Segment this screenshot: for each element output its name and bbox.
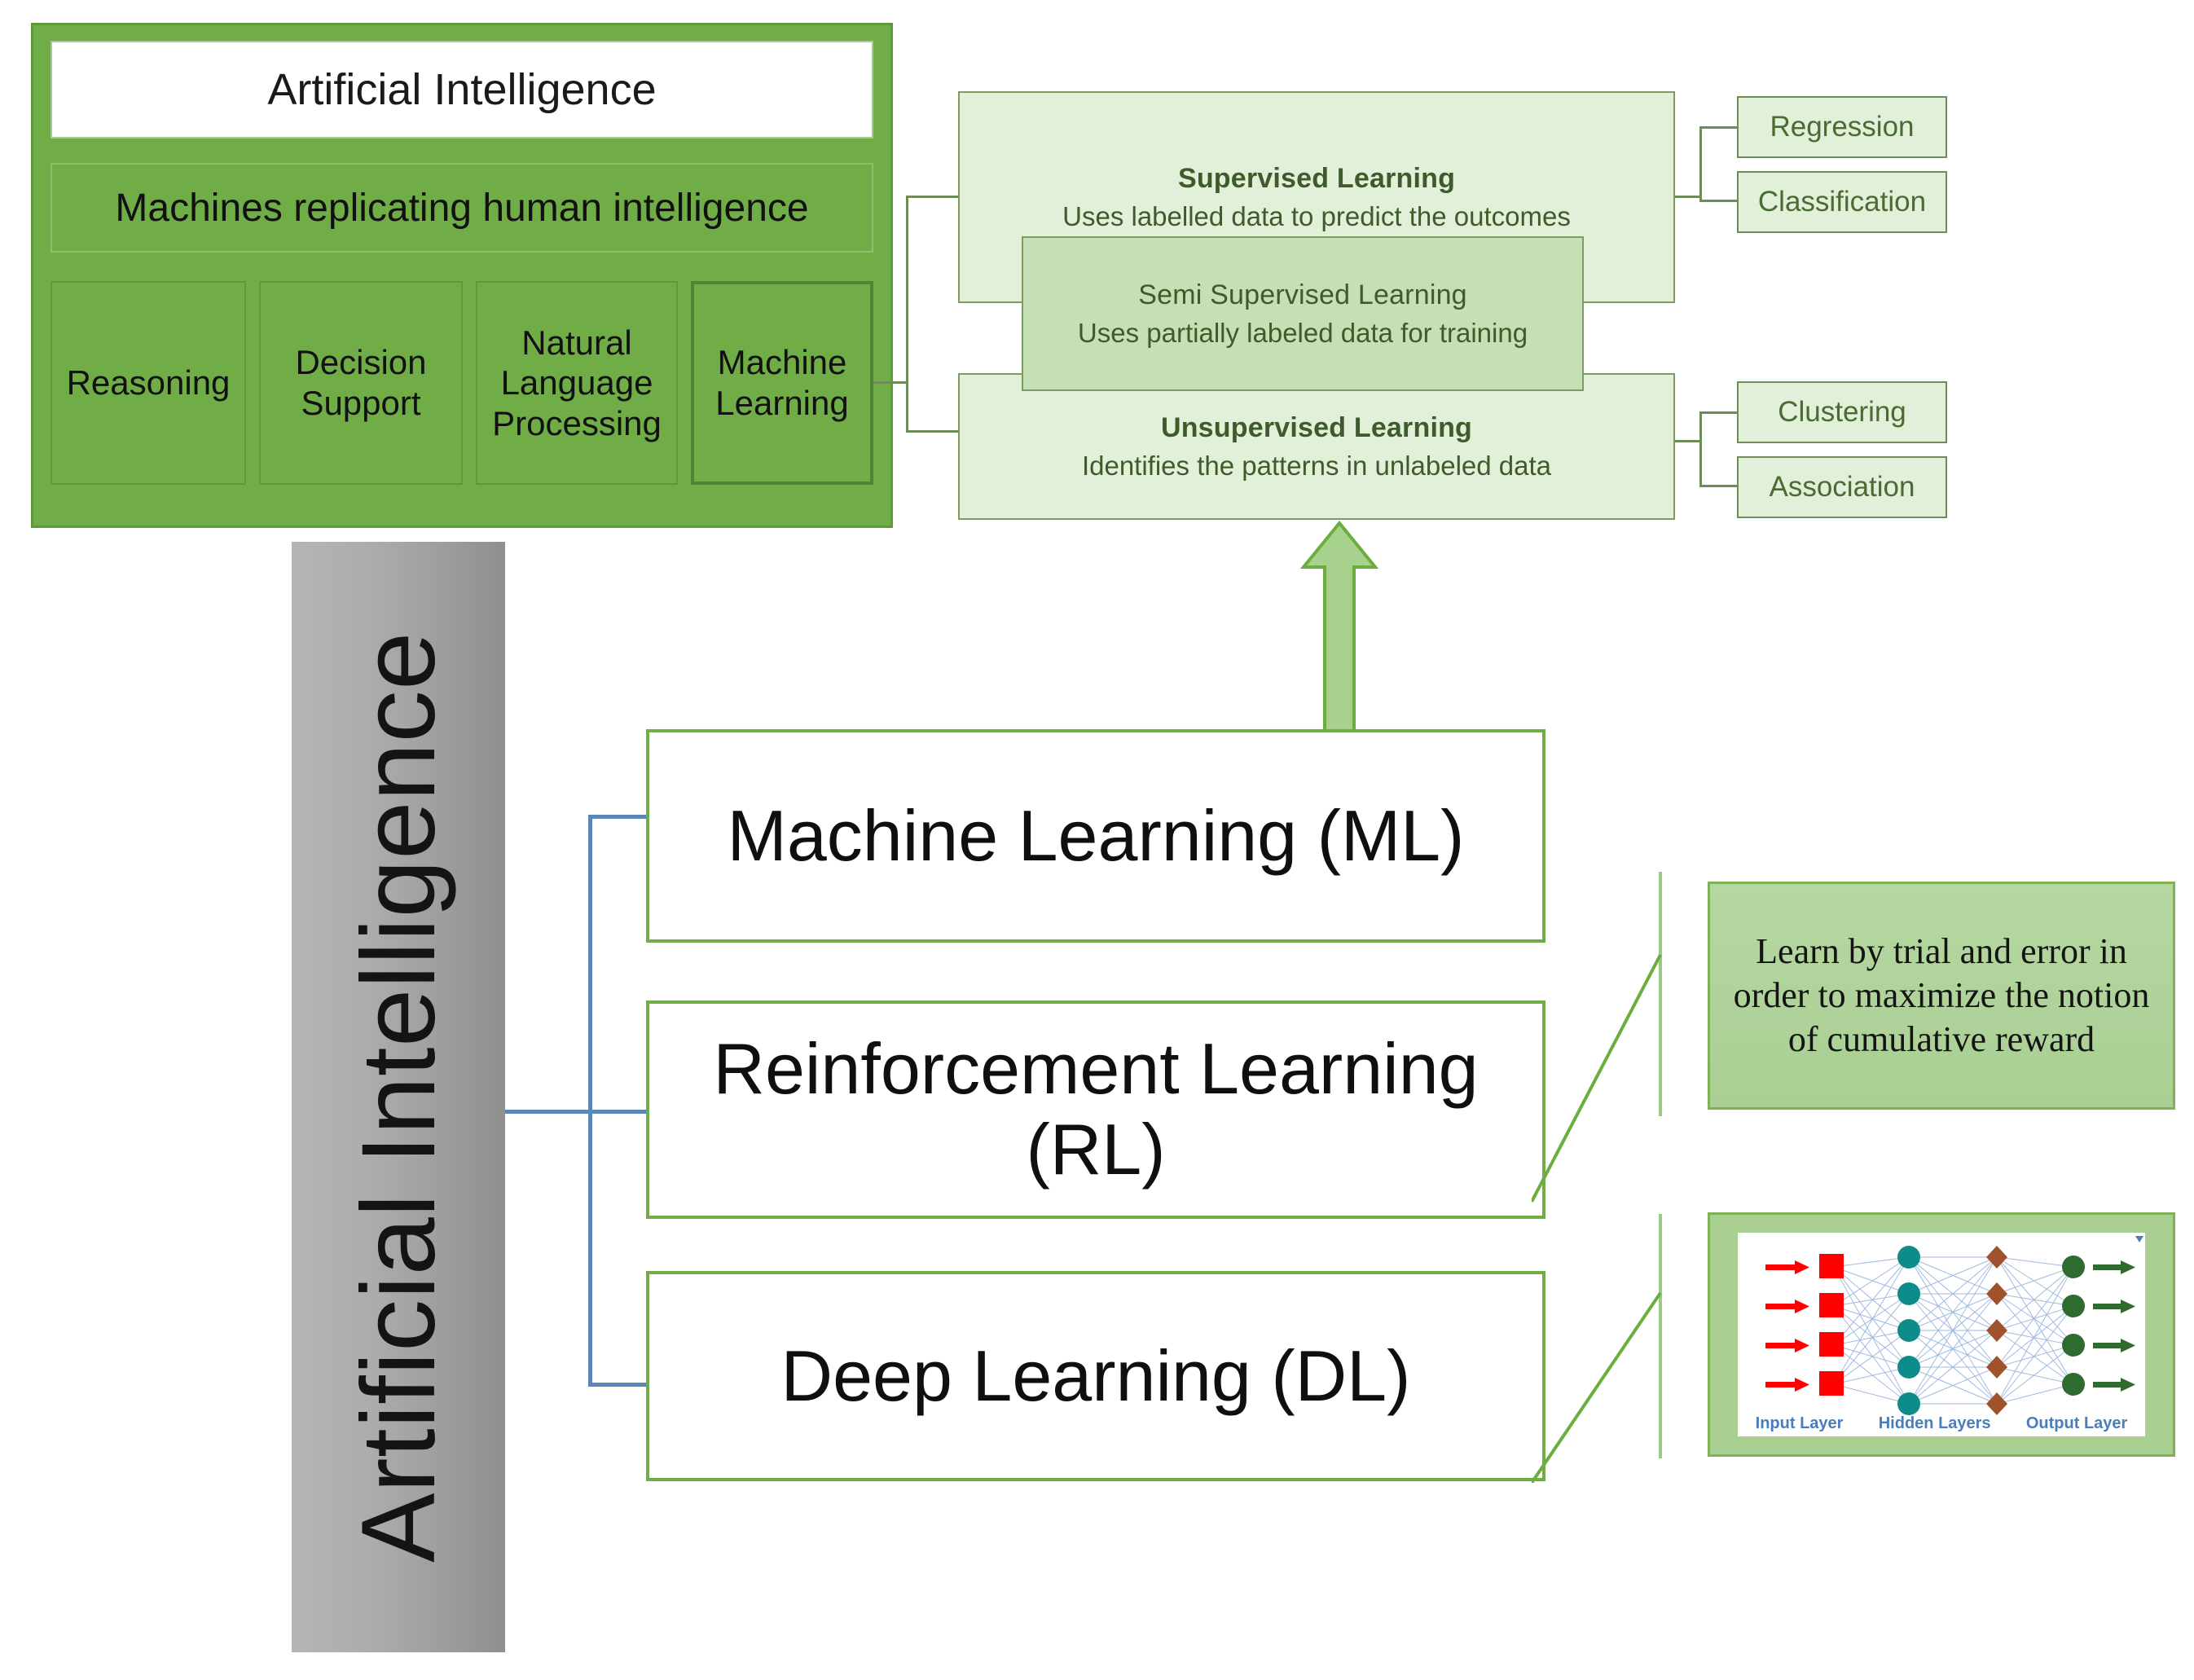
leaf-regression[interactable]: Regression bbox=[1737, 96, 1947, 158]
connector-trunk-to-dl bbox=[588, 1383, 649, 1387]
ai-pillar-machine-learning[interactable]: Machine Learning bbox=[691, 281, 873, 485]
callout-leader-lines bbox=[1532, 954, 1662, 1483]
connector-to-regression bbox=[1699, 126, 1737, 129]
leaf-association[interactable]: Association bbox=[1737, 456, 1947, 518]
callout-rl-text: Learn by trial and error in order to max… bbox=[1733, 931, 2150, 1059]
up-arrow-icon bbox=[1299, 520, 1379, 741]
connector-to-classification bbox=[1699, 200, 1737, 202]
hidden-layers-label: Hidden Layers bbox=[1878, 1414, 1991, 1432]
ai-pillar-label: Natural Language Processing bbox=[492, 323, 662, 442]
neural-network-layer-labels: Input Layer Hidden Layers Output Layer bbox=[1738, 1414, 2145, 1433]
neural-network-svg bbox=[1765, 1236, 2143, 1415]
branch-box-reinforcement-learning[interactable]: Reinforcement Learning (RL) bbox=[646, 1001, 1545, 1219]
supervised-description: Uses labelled data to predict the outcom… bbox=[1062, 200, 1571, 231]
ai-pillar-label: Reasoning bbox=[66, 363, 231, 402]
connector-unsupervised-vertical bbox=[1699, 411, 1702, 486]
ai-pillar-reasoning[interactable]: Reasoning bbox=[51, 281, 246, 485]
connector-ml-vertical bbox=[906, 196, 908, 432]
ai-subtitle-label: Machines replicating human intelligence bbox=[115, 186, 809, 230]
connector-bar-to-trunk bbox=[505, 1110, 592, 1114]
semi-supervised-title: Semi Supervised Learning bbox=[1138, 279, 1467, 310]
input-layer-label: Input Layer bbox=[1755, 1414, 1844, 1432]
callout-rl-description: Learn by trial and error in order to max… bbox=[1708, 882, 2175, 1110]
branch-label-dl: Deep Learning (DL) bbox=[780, 1335, 1411, 1416]
vertical-ai-bar-label: Artificial Intelligence bbox=[340, 631, 457, 1563]
ai-title-label: Artificial Intelligence bbox=[267, 65, 657, 114]
connector-trunk-to-ml bbox=[588, 815, 649, 819]
connector-ml-to-branch-stub bbox=[873, 381, 906, 384]
unsupervised-learning-box[interactable]: Unsupervised Learning Identifies the pat… bbox=[958, 373, 1675, 520]
ai-title-box: Artificial Intelligence bbox=[51, 41, 873, 139]
leaf-regression-label: Regression bbox=[1770, 111, 1915, 143]
branch-label-rl: Reinforcement Learning (RL) bbox=[713, 1028, 1479, 1190]
leaf-classification[interactable]: Classification bbox=[1737, 171, 1947, 233]
ai-pillar-nlp[interactable]: Natural Language Processing bbox=[476, 281, 678, 485]
connector-supervised-stub bbox=[1675, 196, 1699, 198]
connector-to-association bbox=[1699, 485, 1737, 487]
leaf-classification-label: Classification bbox=[1757, 186, 1927, 218]
connector-supervised-vertical bbox=[1699, 126, 1702, 201]
connector-ml-to-supervised bbox=[906, 196, 960, 198]
neural-network-image: Input Layer Hidden Layers Output Layer bbox=[1738, 1233, 2145, 1436]
semi-supervised-learning-box[interactable]: Semi Supervised Learning Uses partially … bbox=[1022, 236, 1584, 391]
output-layer-label: Output Layer bbox=[2025, 1414, 2128, 1432]
leaf-association-label: Association bbox=[1769, 471, 1915, 503]
branch-box-deep-learning[interactable]: Deep Learning (DL) bbox=[646, 1271, 1545, 1481]
supervised-title: Supervised Learning bbox=[1177, 162, 1456, 194]
connector-trunk-to-rl bbox=[588, 1110, 649, 1114]
leaf-clustering-label: Clustering bbox=[1778, 396, 1906, 428]
diagram-canvas: Artificial Intelligence Machines replica… bbox=[0, 0, 2194, 1680]
leaf-clustering[interactable]: Clustering bbox=[1737, 381, 1947, 443]
callout-dl-neural-network: Input Layer Hidden Layers Output Layer bbox=[1708, 1212, 2175, 1457]
output-arrow-icons bbox=[2093, 1260, 2135, 1392]
branch-label-ml: Machine Learning (ML) bbox=[727, 794, 1465, 876]
vertical-ai-bar: Artificial Intelligence bbox=[292, 542, 505, 1652]
input-layer-nodes bbox=[1819, 1254, 1844, 1396]
connector-unsupervised-stub bbox=[1675, 440, 1699, 442]
ai-pillar-label: Decision Support bbox=[295, 343, 427, 422]
ai-subtitle-box: Machines replicating human intelligence bbox=[51, 163, 873, 253]
connector-trunk-vertical bbox=[588, 815, 592, 1387]
connector-ml-to-unsupervised bbox=[906, 430, 960, 433]
semi-supervised-description: Uses partially labeled data for training bbox=[1077, 317, 1528, 348]
connector-to-clustering bbox=[1699, 411, 1737, 414]
ai-pillar-decision-support[interactable]: Decision Support bbox=[259, 281, 463, 485]
branch-box-machine-learning[interactable]: Machine Learning (ML) bbox=[646, 729, 1545, 943]
unsupervised-description: Identifies the patterns in unlabeled dat… bbox=[1081, 450, 1552, 481]
ai-pillar-label: Machine Learning bbox=[715, 343, 849, 422]
input-arrow-icons bbox=[1765, 1260, 1809, 1392]
unsupervised-title: Unsupervised Learning bbox=[1160, 411, 1473, 443]
corner-marker-icon bbox=[2135, 1236, 2143, 1242]
